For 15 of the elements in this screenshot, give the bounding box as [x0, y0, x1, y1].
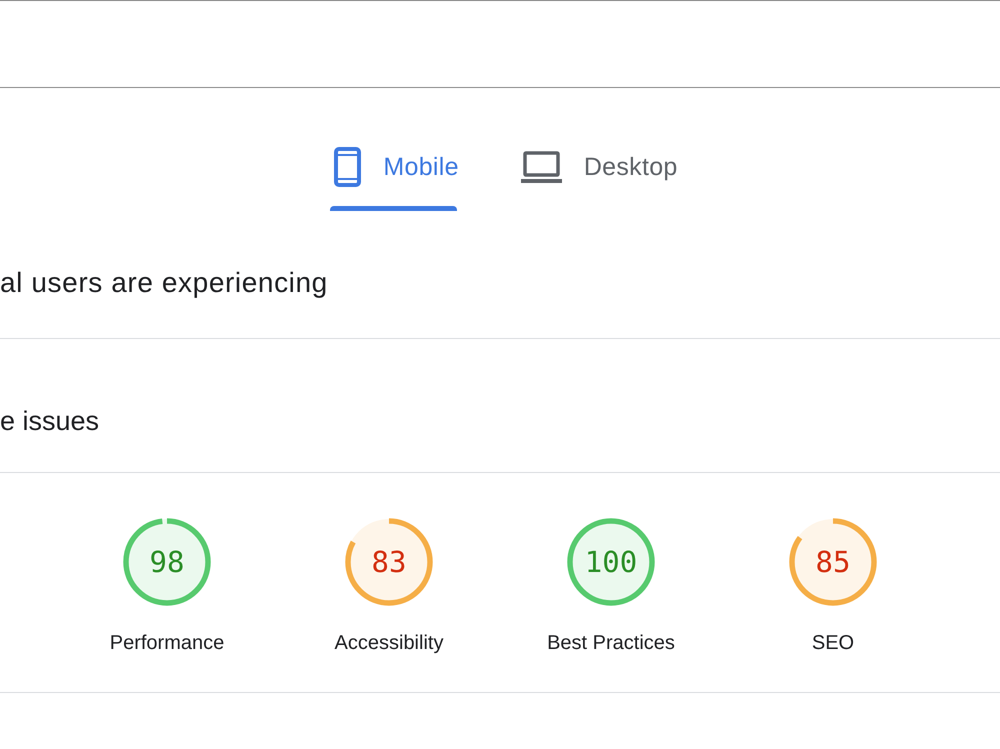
score-label: Accessibility — [334, 631, 444, 655]
tab[interactable]: Desktop — [516, 140, 678, 211]
score-value: 98 — [150, 545, 184, 579]
tab[interactable]: Mobile — [330, 140, 459, 211]
section-heading: al users are experiencing — [0, 267, 328, 299]
section-heading: e issues — [0, 405, 100, 437]
phone-icon — [334, 147, 362, 187]
input-field[interactable] — [0, 0, 1000, 88]
score-value: 100 — [584, 545, 638, 579]
score-value: 83 — [372, 545, 406, 579]
score-label: Performance — [110, 631, 224, 655]
score-label: SEO — [812, 631, 854, 655]
score-value: 85 — [816, 545, 850, 579]
score-label: Best Practices — [547, 631, 675, 655]
laptop-icon — [520, 151, 562, 183]
